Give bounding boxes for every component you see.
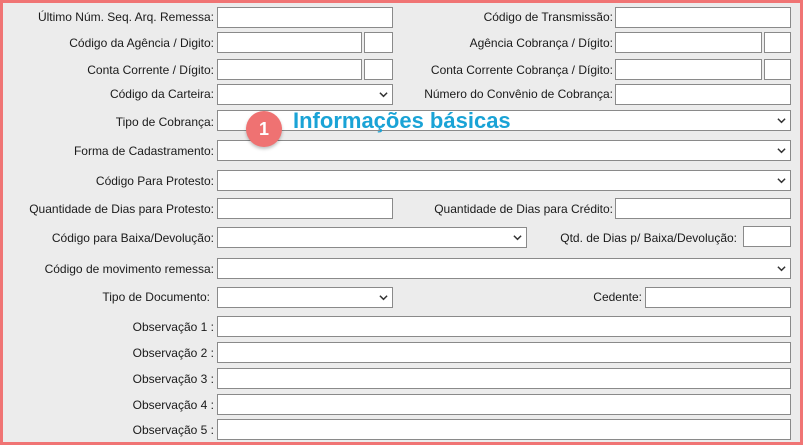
tipo-documento-label: Tipo de Documento: xyxy=(102,290,210,304)
tipo-cobranca-label: Tipo de Cobrança: xyxy=(115,115,214,129)
codigo-agencia-label: Código da Agência / Digito: xyxy=(69,36,214,50)
observacao-4-input[interactable] xyxy=(217,394,791,415)
codigo-protesto-label: Código Para Protesto: xyxy=(95,174,214,188)
codigo-carteira-select[interactable] xyxy=(217,84,393,105)
codigo-transmissao-input[interactable] xyxy=(615,7,791,28)
codigo-baixa-label: Código para Baixa/Devolução: xyxy=(51,231,214,245)
codigo-carteira-label: Código da Carteira: xyxy=(109,87,214,101)
observacao-5-input[interactable] xyxy=(217,419,791,440)
conta-corrente-input[interactable] xyxy=(217,59,362,80)
agencia-cobranca-label: Agência Cobrança / Dígito: xyxy=(469,36,613,50)
conta-corrente-cobranca-input[interactable] xyxy=(615,59,762,80)
dias-credito-label: Quantidade de Dias para Crédito: xyxy=(434,202,613,216)
dias-protesto-label: Quantidade de Dias para Protesto: xyxy=(29,202,214,216)
chevron-down-icon xyxy=(513,235,522,241)
dias-baixa-label: Qtd. de Dias p/ Baixa/Devolução: xyxy=(560,231,737,245)
codigo-agencia-digito-input[interactable] xyxy=(364,32,393,53)
chevron-down-icon xyxy=(777,148,786,154)
numero-convenio-label: Número do Convênio de Cobrança: xyxy=(424,87,613,101)
observacao-2-input[interactable] xyxy=(217,342,791,363)
forma-cadastramento-select[interactable] xyxy=(217,140,791,161)
dias-credito-input[interactable] xyxy=(615,198,791,219)
chevron-down-icon xyxy=(379,295,388,301)
codigo-protesto-select[interactable] xyxy=(217,170,791,191)
ultimo-num-seq-label: Último Núm. Seq. Arq. Remessa: xyxy=(37,10,214,24)
cedente-label: Cedente: xyxy=(593,290,642,304)
codigo-transmissao-label: Código de Transmissão: xyxy=(483,10,613,24)
agencia-cobranca-digito-input[interactable] xyxy=(764,32,791,53)
conta-corrente-label: Conta Corrente / Dígito: xyxy=(87,63,214,77)
chevron-down-icon xyxy=(777,178,786,184)
observacao-3-input[interactable] xyxy=(217,368,791,389)
chevron-down-icon xyxy=(777,266,786,272)
conta-corrente-cobranca-label: Conta Corrente Cobrança / Dígito: xyxy=(430,63,613,77)
forma-cadastramento-label: Forma de Cadastramento: xyxy=(73,144,214,158)
observacao-3-label: Observação 3 : xyxy=(132,372,214,386)
chevron-down-icon xyxy=(379,92,388,98)
codigo-movimento-select[interactable] xyxy=(217,258,791,279)
chevron-down-icon xyxy=(777,118,786,124)
annotation-title: Informações básicas xyxy=(293,108,511,133)
annotation-badge: 1 xyxy=(246,111,282,147)
conta-corrente-digito-input[interactable] xyxy=(364,59,393,80)
codigo-baixa-select[interactable] xyxy=(217,227,527,248)
cedente-input[interactable] xyxy=(645,287,791,308)
dias-protesto-input[interactable] xyxy=(217,198,393,219)
agencia-cobranca-input[interactable] xyxy=(615,32,762,53)
conta-corrente-cobranca-digito-input[interactable] xyxy=(764,59,791,80)
observacao-5-label: Observação 5 : xyxy=(132,423,214,437)
tipo-documento-select[interactable] xyxy=(217,287,393,308)
numero-convenio-input[interactable] xyxy=(615,84,791,105)
observacao-2-label: Observação 2 : xyxy=(132,346,214,360)
observacao-1-input[interactable] xyxy=(217,316,791,337)
codigo-movimento-label: Código de movimento remessa: xyxy=(44,262,214,276)
dias-baixa-input[interactable] xyxy=(743,226,791,247)
observacao-1-label: Observação 1 : xyxy=(132,320,214,334)
codigo-agencia-input[interactable] xyxy=(217,32,362,53)
ultimo-num-seq-input[interactable] xyxy=(217,7,393,28)
observacao-4-label: Observação 4 : xyxy=(132,398,214,412)
